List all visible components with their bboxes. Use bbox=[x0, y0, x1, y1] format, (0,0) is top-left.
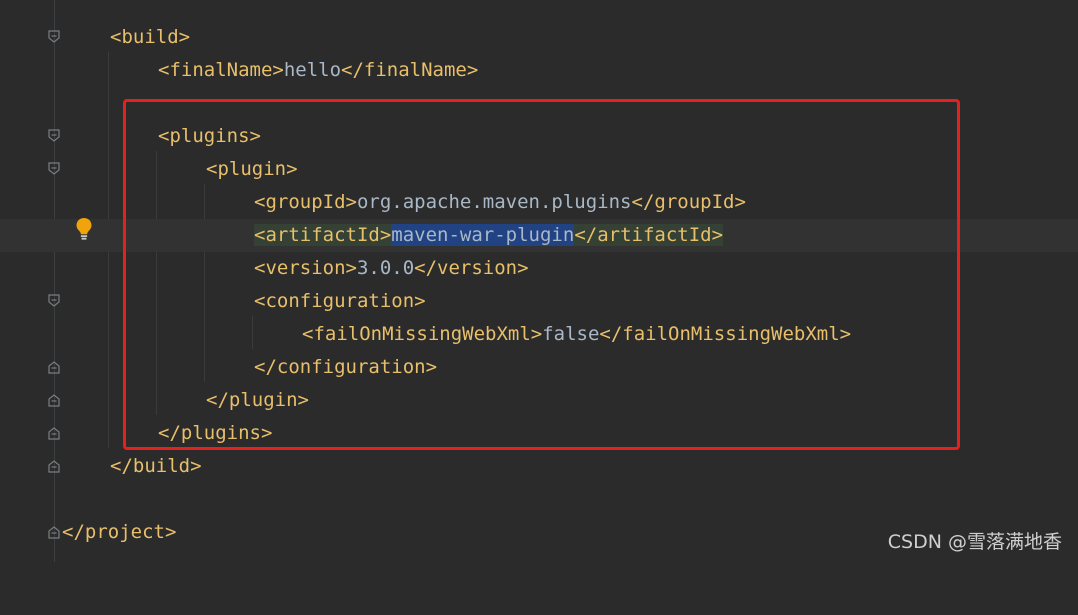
code-editor[interactable]: <build> <finalName>hello</finalName> <pl… bbox=[0, 0, 1078, 562]
fold-close-icon[interactable] bbox=[47, 360, 61, 374]
xml-tag-open: <finalName> bbox=[158, 59, 284, 81]
xml-tag-close: </build> bbox=[110, 455, 202, 477]
watermark-text: CSDN @雪落满地香 bbox=[887, 531, 1062, 553]
code-line[interactable]: </build> bbox=[0, 450, 1078, 483]
fold-open-icon[interactable] bbox=[47, 30, 61, 44]
xml-text: hello bbox=[283, 59, 342, 81]
code-line[interactable]: <build> bbox=[0, 21, 1078, 54]
fold-open-icon[interactable] bbox=[47, 294, 61, 308]
xml-tag-close: </finalName> bbox=[341, 59, 479, 81]
xml-tag-open: <build> bbox=[110, 26, 191, 48]
code-line[interactable] bbox=[0, 483, 1078, 516]
fold-open-icon[interactable] bbox=[47, 129, 61, 143]
fold-close-icon[interactable] bbox=[47, 459, 61, 473]
fold-close-icon[interactable] bbox=[47, 426, 61, 440]
fold-close-icon[interactable] bbox=[47, 393, 61, 407]
fold-open-icon[interactable] bbox=[47, 162, 61, 176]
highlight-box bbox=[123, 99, 960, 450]
code-line[interactable]: <finalName>hello</finalName> bbox=[0, 54, 1078, 87]
fold-close-icon[interactable] bbox=[47, 525, 61, 539]
lightbulb-icon[interactable] bbox=[75, 217, 93, 241]
xml-tag-close: </project> bbox=[62, 521, 177, 543]
